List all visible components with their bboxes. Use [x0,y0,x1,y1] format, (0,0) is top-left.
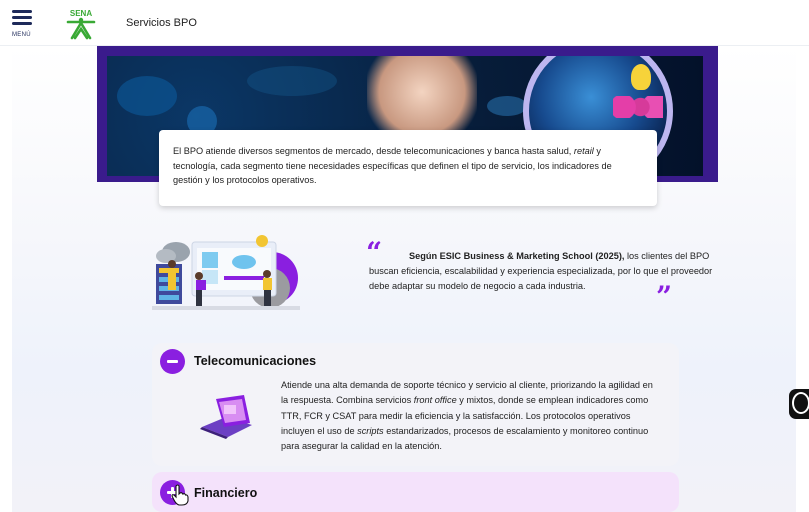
accordion-title[interactable]: Telecomunicaciones [194,354,316,368]
menu-label: MENÚ [12,32,31,38]
accordion-body: Atiende una alta demanda de soporte técn… [281,378,661,454]
bokeh-light [117,76,177,116]
laptop-icon [200,395,252,439]
bokeh-light [247,66,337,96]
accessibility-button[interactable] [789,389,809,419]
accordion-body-italic: front office [413,395,457,406]
intro-card: El BPO atiende diversos segmentos de mer… [159,130,657,206]
hand-cursor-icon [171,484,189,506]
sena-logo[interactable]: SENA [64,8,98,40]
accordion-title[interactable]: Financiero [194,486,257,500]
bokeh-light [487,96,527,116]
quote-source: Según ESIC Business & Marketing School (… [409,251,625,261]
top-bar: MENÚ SENA Servicios BPO [0,0,809,46]
logo-text: SENA [70,9,92,18]
quote-text: Según ESIC Business & Marketing School (… [369,249,727,294]
intro-text: El BPO atiende diversos segmentos de mer… [173,146,574,156]
gears-icon [613,96,663,118]
quote-block: “ Según ESIC Business & Marketing School… [366,239,734,311]
accordion-item-financiero[interactable]: Financiero [152,472,679,512]
intro-text-italic: retail [573,146,594,156]
collapse-button[interactable] [160,349,185,374]
bpo-illustration [152,235,300,310]
menu-icon [12,10,32,13]
accordion-body-italic: scripts [357,425,384,436]
accessibility-icon [792,392,809,414]
app-title: Servicios BPO [126,17,197,29]
menu-icon-bar [12,22,32,25]
quote-close-icon: ” [656,280,673,313]
lightbulb-icon [631,64,651,90]
menu-icon-bar [12,16,32,19]
accordion-item-telecomunicaciones: Telecomunicaciones Atiende una alta dema… [152,343,679,466]
minus-icon [167,360,178,363]
menu-button[interactable]: MENÚ [12,10,36,40]
